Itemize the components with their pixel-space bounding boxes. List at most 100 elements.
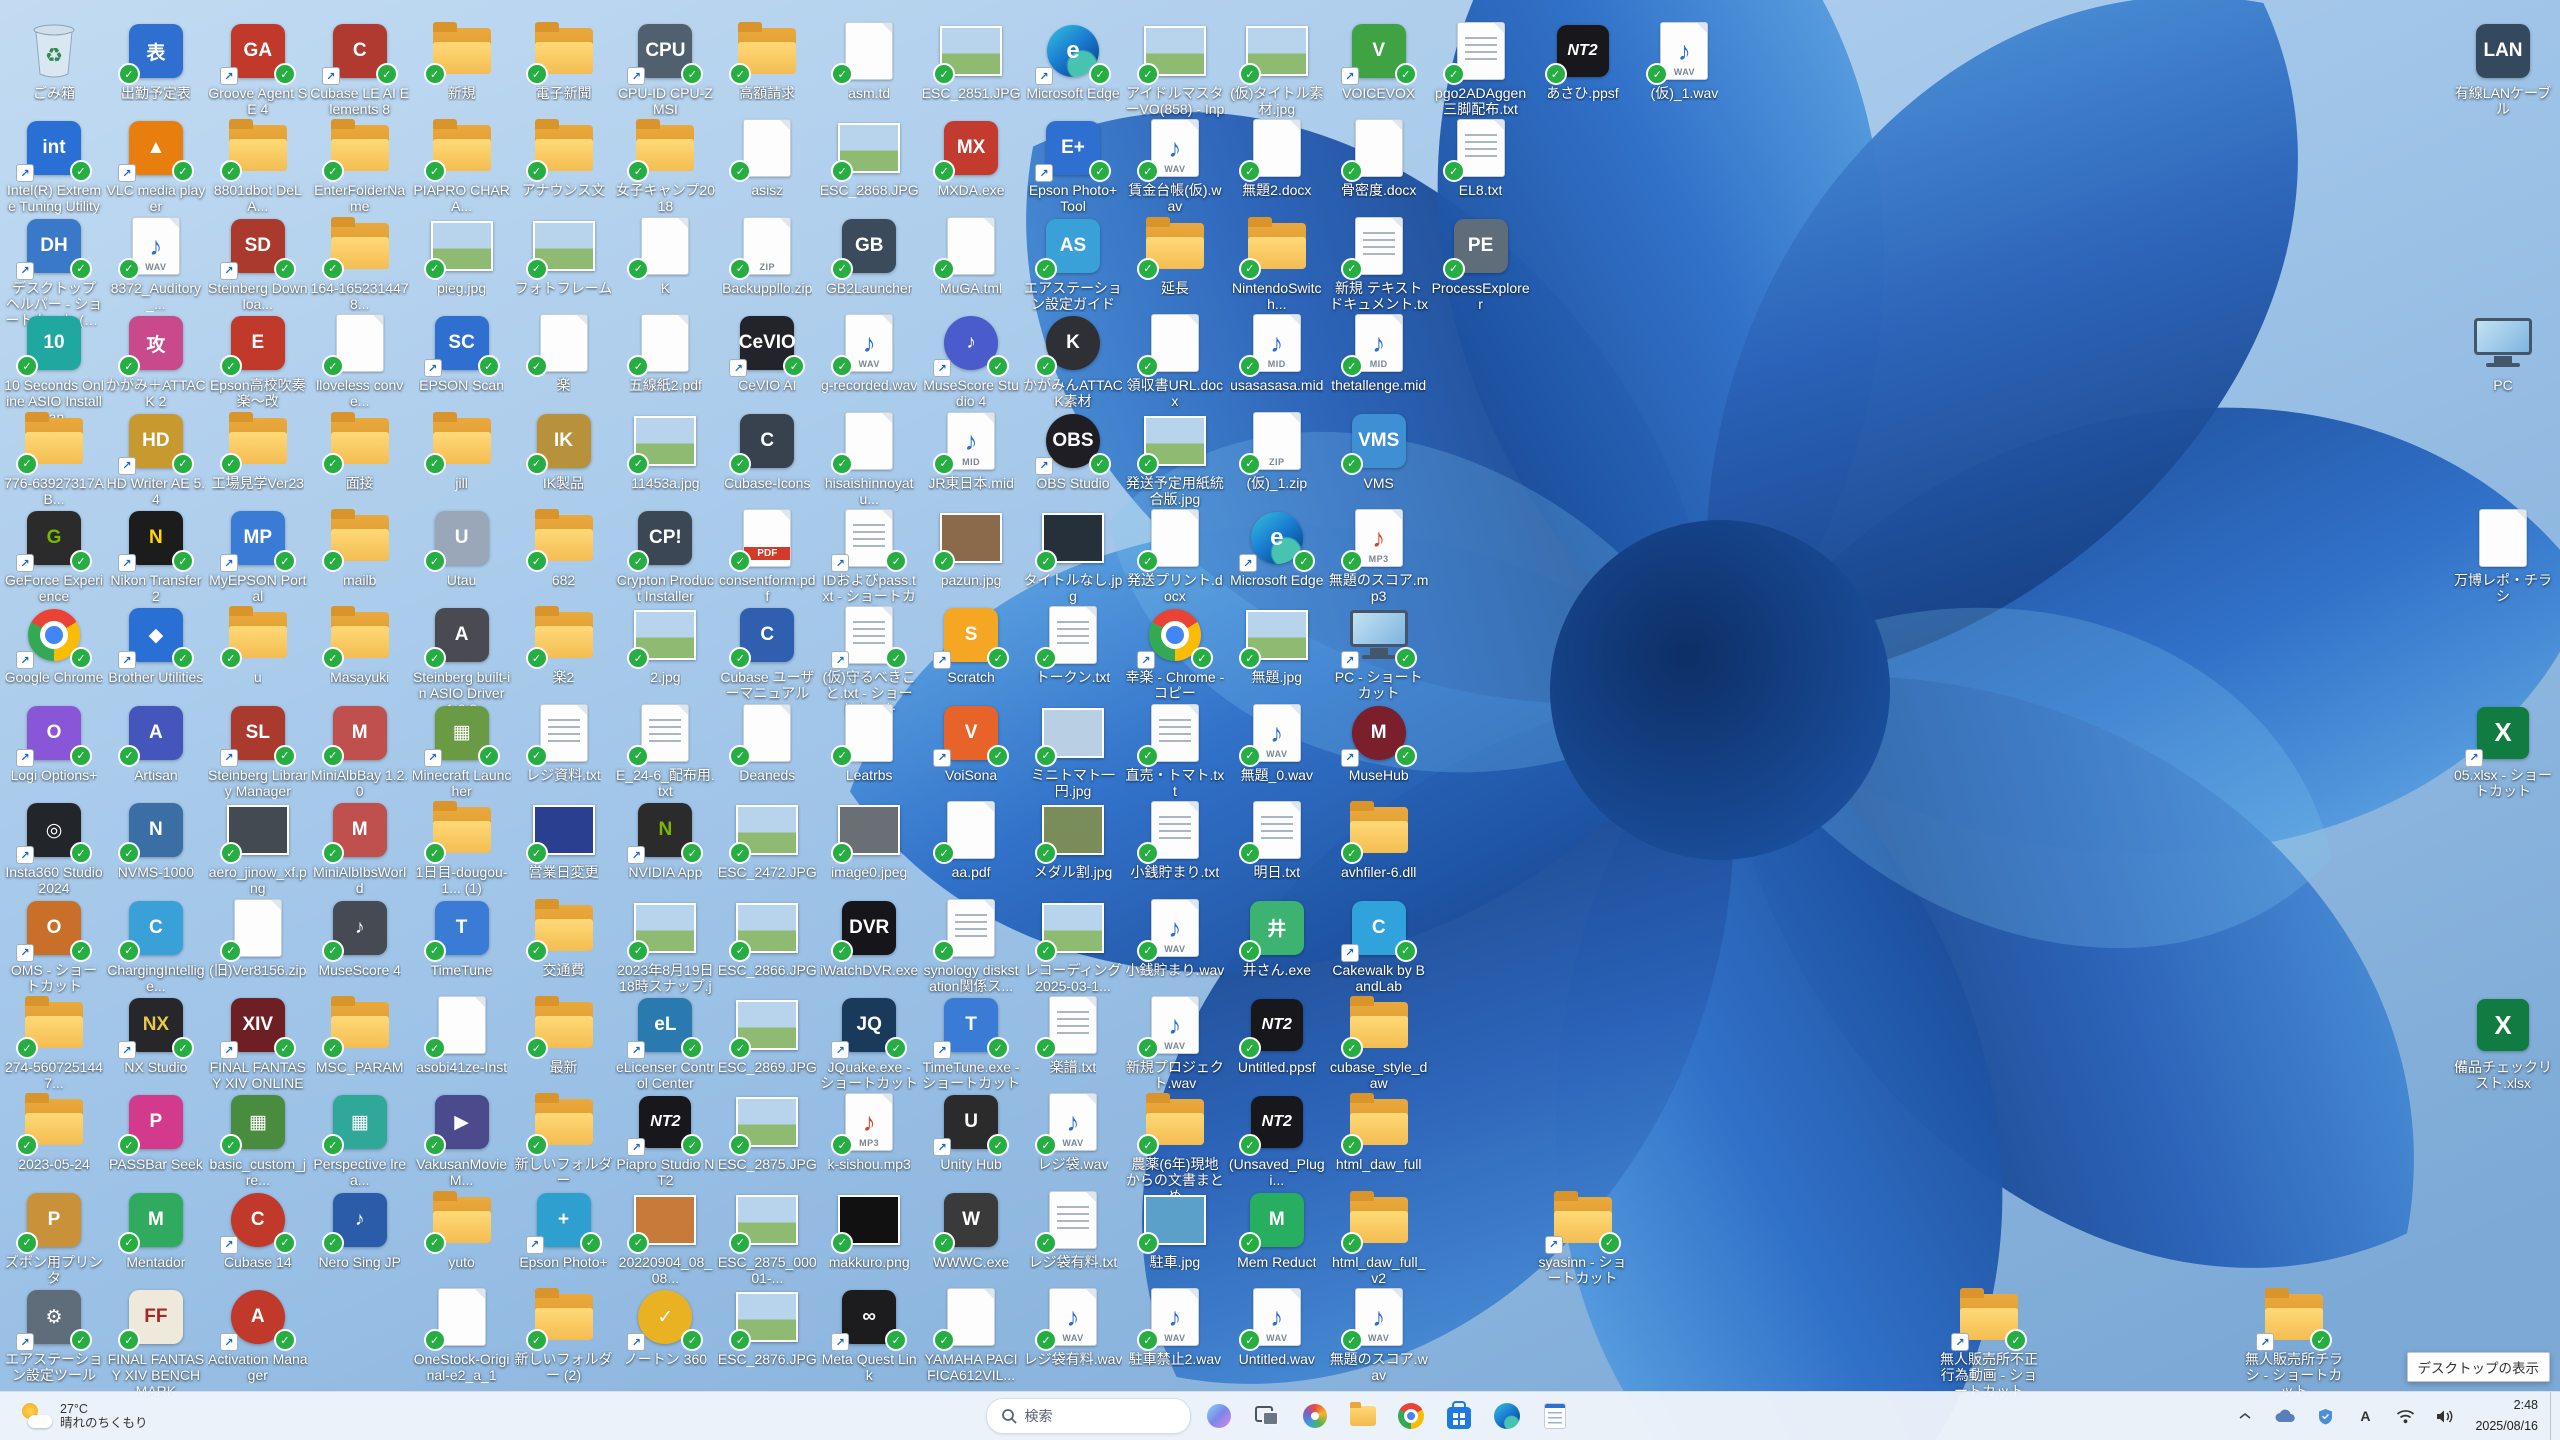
hidden-icons-button[interactable] [2227,1398,2263,1434]
desktop-icon[interactable]: ✓ 楽譜.txt [1023,990,1123,1079]
desktop-icon[interactable]: G ↗ ✓ GeForce Experience [4,503,104,608]
desktop-icon[interactable]: ✓ ESC_2876.JPG [717,1282,817,1371]
desktop-icon[interactable]: ✓ タイトルなし.jpg [1023,503,1123,608]
desktop-icon[interactable]: CPU ↗ ✓ CPU-ID CPU-Z MSI [615,16,715,121]
desktop-icon[interactable]: ✓ EnterFolderName [310,113,410,218]
desktop-icon[interactable]: ◆ ↗ ✓ Brother Utilities [106,600,206,689]
desktop-icon[interactable]: ✓ asisz [717,113,817,202]
desktop-icon[interactable]: M ↗ ✓ MuseHub [1329,698,1429,787]
desktop-icon[interactable]: ✓ トークン.txt [1023,600,1123,689]
desktop-icon[interactable]: 表 ✓ 出勤予定表 [106,16,206,105]
desktop-icon[interactable]: ✓ 新しいフォルダー [514,1087,614,1192]
desktop-icon[interactable]: ✓ 女子キャンプ2018 [615,113,715,218]
desktop-icon[interactable]: DVR ✓ iWatchDVR.exe [819,893,919,982]
desktop-icon[interactable]: ✓ 1日目-dougou-1... (1) [412,795,512,900]
desktop-icon[interactable]: N ↗ ✓ NVIDIA App [615,795,715,884]
ime-mode-button[interactable]: A [2347,1398,2383,1434]
desktop-icon[interactable]: ✓ ↗ ✓ ノートン 360 [615,1282,715,1371]
desktop-icon[interactable]: ✓ html_daw_full [1329,1087,1429,1176]
desktop-icon[interactable]: C ↗ ✓ Cubase 14 [208,1185,308,1274]
desktop-icon[interactable]: JQ ↗ ✓ JQuake.exe - ショートカット [819,990,919,1095]
desktop-icon[interactable]: P ✓ PASSBar Seek [106,1087,206,1176]
desktop-icon[interactable]: ✓ ESC_2868.JPG [819,113,919,202]
desktop-icon[interactable]: ZIP ✓ Backuppllo.zip [717,211,817,300]
taskbar-microsoft-store-button[interactable] [1439,1396,1479,1436]
desktop-icon[interactable]: HD ↗ ✓ HD Writer AE 5.4 [106,406,206,511]
desktop-icon[interactable]: ✓ Masayuki [310,600,410,689]
desktop-icon[interactable]: N ✓ NVMS-1000 [106,795,206,884]
taskbar-edge-button[interactable] [1487,1396,1527,1436]
desktop-icon[interactable]: ♪ MP3 ✓ 無題のスコア.mp3 [1329,503,1429,608]
weather-widget[interactable]: 27°C 晴れのちくもり [10,1396,158,1436]
desktop-icon[interactable]: ✓ 直売・トマト.txt [1125,698,1225,803]
desktop-icon[interactable]: ♪ WAV ✓ レジ袋.wav [1023,1087,1123,1176]
desktop-icon[interactable]: PDF ✓ consentform.pdf [717,503,817,608]
desktop-icon[interactable]: ✓ 2023-05-24 [4,1087,104,1176]
desktop-icon[interactable]: P ✓ ズボン用プリンタ [4,1185,104,1290]
desktop-icon[interactable]: X 備品チェックリスト.xlsx [2453,990,2553,1095]
desktop-icon[interactable]: X ↗ 05.xlsx - ショートカット [2453,698,2553,803]
desktop-icon[interactable]: ✓ 発送プリント.docx [1125,503,1225,608]
desktop-icon[interactable]: ✓ Leatrbs [819,698,919,787]
desktop-icon[interactable]: K ✓ かがみんATTACK素材 [1023,308,1123,413]
desktop-icon[interactable]: ↗ ✓ Google Chrome [4,600,104,689]
desktop-icon[interactable]: XIV ↗ ✓ FINAL FANTASY XIV ONLINE [208,990,308,1095]
desktop-icon[interactable]: int ↗ ✓ Intel(R) Extreme Tuning Utility [4,113,104,218]
desktop-icon[interactable]: MX ✓ MXDA.exe [921,113,1021,202]
desktop-icon[interactable]: ◎ ↗ ✓ Insta360 Studio 2024 [4,795,104,900]
desktop-icon[interactable]: ♪ MP3 ✓ k-sishou.mp3 [819,1087,919,1176]
desktop-icon[interactable]: ✓ ESC_2875_00001-... [717,1185,817,1290]
desktop-icon[interactable]: GA ↗ ✓ Groove Agent SE 4 [208,16,308,121]
desktop-icon[interactable]: ✓ 楽2 [514,600,614,689]
desktop-icon[interactable]: ♪ WAV ✓ 賃金台帳(仮).wav [1125,113,1225,218]
desktop-icon[interactable]: e ↗ ✓ Microsoft Edge [1023,16,1123,105]
desktop-icon[interactable]: ↗✓ 無人販売所チラシ - ショートカット [2244,1282,2344,1403]
desktop-icon[interactable]: ♪ WAV ✓ 新規プロジェクト.wav [1125,990,1225,1095]
desktop-icon[interactable]: C ✓ Cubase ユーザーマニュアル [717,600,817,705]
desktop-icon[interactable]: PC [2453,308,2553,397]
desktop-icon[interactable]: ✓ image0.jpeg [819,795,919,884]
desktop-icon[interactable]: ▦ ✓ Perspective lrea... [310,1087,410,1192]
desktop-icon[interactable]: ✓ 営業日変更 [514,795,614,884]
desktop-icon[interactable]: ♪ MID ✓ usasasasa.mid [1227,308,1327,397]
desktop-icon[interactable]: W ✓ WWWC.exe [921,1185,1021,1274]
desktop-icon[interactable]: ↗ ✓ syasinn - ショートカット [1533,1185,1633,1290]
desktop-icon[interactable]: ↗✓ 無人販売所不正行為動画 - ショートカット [1939,1282,2039,1403]
desktop-icon[interactable]: ✓ MuGA.tml [921,211,1021,300]
desktop-icon[interactable]: ✓ pieg.jpg [412,211,512,300]
desktop-icon[interactable]: + ↗ ✓ Epson Photo+ [514,1185,614,1274]
desktop-icon[interactable]: NT2 ✓ あさひ.ppsf [1533,16,1633,105]
desktop-icon[interactable]: ▲ ↗ ✓ VLC media player [106,113,206,218]
clock-widget[interactable]: 2:48 2025/08/16 [2467,1398,2546,1434]
desktop-icon[interactable]: ♪ ✓ MuseScore 4 [310,893,410,982]
desktop-icon[interactable]: ✓ 2.jpg [615,600,715,689]
desktop-icon[interactable]: ✓ 明日.txt [1227,795,1327,884]
desktop-icon[interactable]: ✓ 電子新聞 [514,16,614,105]
desktop-icon[interactable]: M ✓ Mentador [106,1185,206,1274]
desktop-icon[interactable]: ♻ ごみ箱 [4,16,104,105]
desktop-icon[interactable]: M ✓ Mem Reduct [1227,1185,1327,1274]
desktop-icon[interactable]: ✓ EL8.txt [1431,113,1531,202]
desktop-icon[interactable]: O ↗ ✓ Logi Options+ [4,698,104,787]
desktop-icon[interactable]: ✓ asm.td [819,16,919,105]
desktop-icon[interactable]: ♪ WAV ✓ 無題のスコア.wav [1329,1282,1429,1387]
desktop-icon[interactable]: ♪ MID ✓ JR東日本.mid [921,406,1021,495]
desktop-icon[interactable]: ✓ レジ資料.txt [514,698,614,787]
desktop-icon[interactable]: U ↗ ✓ Unity Hub [921,1087,1021,1176]
desktop-icon[interactable]: ✓ ESC_2472.JPG [717,795,817,884]
desktop-icon[interactable]: C ✓ Cubase-Icons [717,406,817,495]
taskbar-notepad-button[interactable] [1535,1396,1575,1436]
desktop-icon[interactable]: ✓ aa.pdf [921,795,1021,884]
taskbar-chrome-button[interactable] [1391,1396,1431,1436]
desktop-icon[interactable]: ✓ MSC_PARAM [310,990,410,1079]
desktop-icon[interactable]: eL ↗ ✓ eLicenser Control Center [615,990,715,1095]
desktop-icon[interactable]: ♪ WAV ✓ レジ袋有料.wav [1023,1282,1123,1371]
desktop-icon[interactable]: ∞ ↗ ✓ Meta Quest Link [819,1282,919,1387]
desktop-icon[interactable]: ✓ 20220904_08_08... [615,1185,715,1290]
desktop-icon[interactable]: IK ✓ IK製品 [514,406,614,495]
security-tray-button[interactable] [2307,1398,2343,1434]
desktop-icon[interactable]: ✓ asobi41ze-Inst [412,990,512,1079]
desktop-icon[interactable]: E ✓ Epson高校吹奏楽～改 [208,308,308,413]
desktop-icon[interactable]: V ↗ ✓ VOICEVOX [1329,16,1429,105]
desktop-icon[interactable]: A ✓ Artisan [106,698,206,787]
